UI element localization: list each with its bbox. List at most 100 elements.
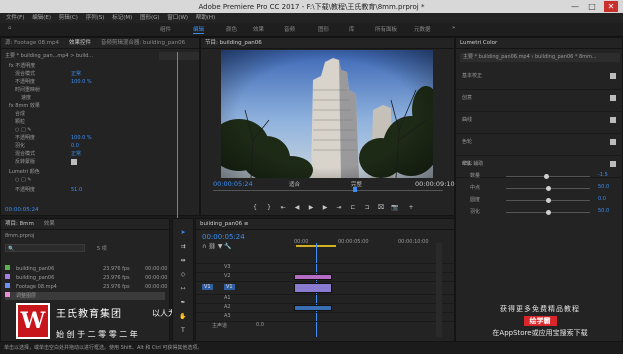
prop-row[interactable]: 不透明度 100.0 % (1, 134, 157, 142)
workspace-metadata[interactable]: 元数据 (414, 25, 431, 33)
master-volume[interactable]: 0.0 (256, 322, 264, 328)
prop-row[interactable]: Lumetri 颜色 (1, 168, 157, 176)
section-checkbox[interactable] (610, 139, 616, 145)
go-to-in-icon[interactable]: ⇤ (279, 204, 287, 212)
prop-row[interactable]: 颗粒 (1, 118, 157, 126)
section-checkbox[interactable] (610, 161, 616, 167)
ripple-edit-tool-icon[interactable]: ⇹ (179, 257, 187, 265)
menu-help[interactable]: 帮助(H) (196, 13, 215, 23)
tab-program[interactable]: 节目: building_pan06 (201, 38, 266, 48)
selection-tool-icon[interactable]: ➤ (179, 229, 187, 237)
wrench-icon[interactable]: 🔧 (224, 243, 231, 250)
workspace-editing[interactable]: 编辑 (193, 25, 205, 34)
section-curves[interactable]: 曲线 (456, 112, 623, 134)
workspace-effects[interactable]: 效果 (253, 25, 264, 33)
program-timecode[interactable]: 00:00:05:24 (213, 180, 253, 188)
workspace-color[interactable]: 颜色 (226, 25, 237, 33)
zoom-select[interactable]: 适合 (289, 180, 300, 188)
prop-row[interactable]: fx 8mm 效果 (1, 102, 157, 110)
timeline-timecode[interactable]: 00:00:05:24 (202, 233, 245, 241)
menu-marker[interactable]: 标记(M) (112, 13, 132, 23)
slider-value[interactable]: 50.0 (598, 184, 609, 190)
mask-icons[interactable]: ○ □ ✎ (15, 177, 31, 183)
workspace-all-panels[interactable]: 所有面板 (375, 25, 397, 33)
midpoint-slider[interactable] (506, 186, 590, 191)
track-label[interactable]: V1 (224, 284, 235, 290)
step-back-icon[interactable]: ◀ (293, 204, 301, 212)
menu-edit[interactable]: 编辑(E) (32, 13, 51, 23)
prop-value[interactable]: 51.0 (71, 186, 82, 194)
slider-value[interactable]: 50.0 (598, 208, 609, 214)
audio-clip[interactable] (294, 305, 332, 311)
tab-lumetri-color[interactable]: Lumetri Color (456, 38, 501, 48)
close-button[interactable]: ✕ (604, 1, 618, 12)
section-checkbox[interactable] (610, 95, 616, 101)
section-color-wheels[interactable]: 色轮 (456, 134, 623, 156)
tab-project[interactable]: 项目: 8mm (1, 219, 38, 229)
hand-tool-icon[interactable]: ✋ (179, 313, 187, 321)
slider-knob[interactable] (546, 210, 551, 215)
slip-tool-icon[interactable]: ⇿ (179, 285, 187, 293)
project-search-input[interactable]: 🔍 (5, 244, 85, 252)
prop-row[interactable]: 速度 (1, 94, 157, 102)
tab-sequence[interactable]: building_pan06 ≡ (196, 219, 252, 229)
section-checkbox[interactable] (610, 73, 616, 79)
amount-slider[interactable] (506, 174, 590, 179)
prop-row[interactable]: 合成 (1, 110, 157, 118)
prop-row[interactable]: 不透明度 100.0 % (1, 78, 157, 86)
prop-row[interactable]: 混合模式 正常 (1, 70, 157, 78)
list-item[interactable]: building_pan06 23.976 fps 00:00:00 (5, 274, 167, 282)
effect-playhead[interactable] (177, 52, 178, 222)
source-patch-v1[interactable]: V1 (202, 284, 213, 290)
section-basic[interactable]: 基本校正 (456, 68, 623, 90)
tab-effects[interactable]: 效果 (40, 219, 59, 229)
slider-knob[interactable] (546, 186, 551, 191)
video-clip[interactable] (294, 283, 332, 293)
go-to-out-icon[interactable]: ⇥ (335, 204, 343, 212)
razor-tool-icon[interactable]: ◇ (179, 271, 187, 279)
effect-controls-timecode[interactable]: 00:00:05:24 (5, 207, 39, 213)
slider-value[interactable]: -1.5 (598, 172, 608, 178)
prop-value[interactable]: 正常 (71, 70, 81, 78)
slider-knob[interactable] (544, 174, 549, 179)
menu-window[interactable]: 窗口(W) (167, 13, 188, 23)
feather-slider[interactable] (506, 210, 590, 215)
program-scrubber[interactable] (213, 187, 443, 192)
menu-sequence[interactable]: 序列(S) (86, 13, 105, 23)
workspace-assembly[interactable]: 组件 (160, 25, 171, 33)
menu-file[interactable]: 文件(F) (6, 13, 24, 23)
menu-clip[interactable]: 剪辑(C) (59, 13, 78, 23)
list-item[interactable]: Footage 08.mp4 23.976 fps 00:00:00 (5, 283, 167, 291)
home-icon[interactable]: ⌂ (8, 25, 12, 31)
list-item[interactable]: building_pan06 23.976 fps 00:00:00 (5, 265, 167, 273)
tab-audio-mixer[interactable]: 音频剪辑混合器: building_pan06 (97, 38, 189, 48)
snap-icon[interactable]: ∩ (202, 243, 206, 250)
play-icon[interactable]: ▶ (307, 204, 315, 212)
add-button-icon[interactable]: + (407, 204, 415, 212)
slider-knob[interactable] (546, 198, 551, 203)
prop-row[interactable]: 反转蒙版 (1, 158, 157, 166)
compare-icon[interactable]: ⌧ (377, 204, 385, 212)
prop-value[interactable]: 100.0 % (71, 134, 92, 142)
program-playhead[interactable] (353, 187, 357, 192)
slider-value[interactable]: 0.0 (598, 196, 606, 202)
prop-row[interactable]: fx 不透明度 (1, 62, 157, 70)
track-select-tool-icon[interactable]: ⇉ (179, 243, 187, 251)
prop-row[interactable]: ○ □ ✎ (1, 126, 157, 134)
add-marker-icon[interactable]: ▼ (218, 243, 223, 250)
time-ruler[interactable]: 00:00 00:00:05:00 00:00:10:00 (294, 233, 454, 249)
workspace-audio[interactable]: 音频 (284, 25, 295, 33)
linked-selection-icon[interactable]: ⛓ (208, 243, 216, 250)
prop-row[interactable]: 羽化 0.0 (1, 142, 157, 150)
tab-effect-controls[interactable]: 效果控件 (65, 38, 95, 48)
text-tool-icon[interactable]: T (179, 327, 187, 335)
mark-in-icon[interactable]: { (251, 204, 259, 212)
workspace-libraries[interactable]: 库 (349, 25, 355, 33)
section-creative[interactable]: 创意 (456, 90, 623, 112)
workspace-graphics[interactable]: 图形 (318, 25, 329, 33)
minimize-button[interactable]: — (568, 1, 582, 12)
prop-value[interactable]: 正常 (71, 150, 81, 158)
prop-row[interactable]: 不透明度 51.0 (1, 186, 157, 194)
pen-tool-icon[interactable]: ✒ (179, 299, 187, 307)
mask-icons[interactable]: ○ □ ✎ (15, 127, 31, 133)
